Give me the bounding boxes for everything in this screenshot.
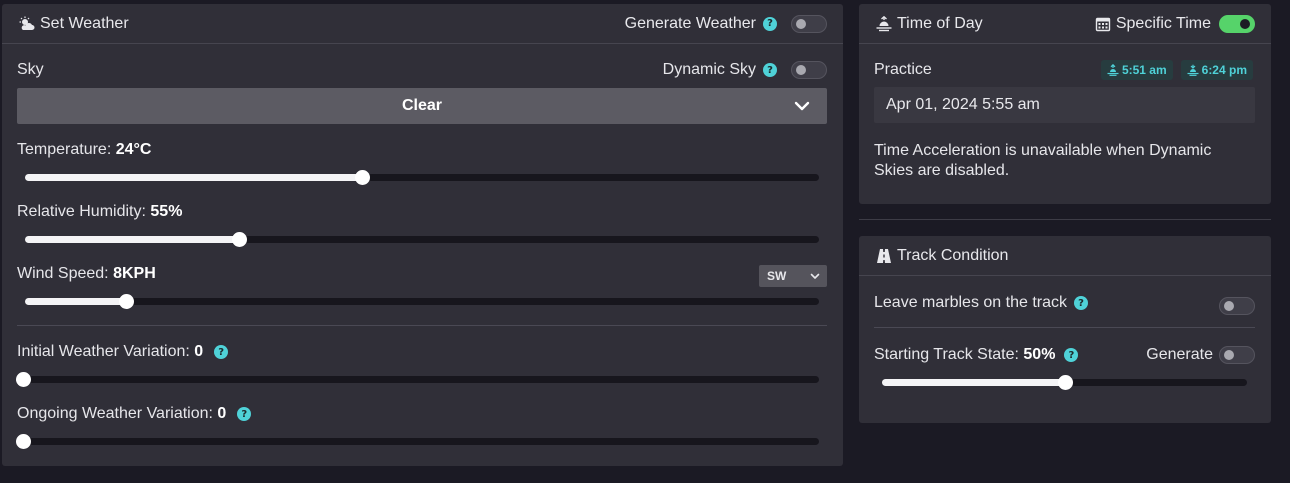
temperature-label: Temperature: 24°C	[17, 141, 152, 158]
humidity-label: Relative Humidity: 55%	[17, 203, 183, 220]
initial-variation-slider-thumb[interactable]	[16, 372, 31, 387]
wind-direction-value: SW	[767, 269, 787, 283]
humidity-slider[interactable]	[25, 232, 819, 247]
time-of-day-title: Time of Day	[897, 14, 983, 32]
ongoing-variation-row: Ongoing Weather Variation: 0 ?	[17, 405, 252, 423]
sunset-time: 6:24 pm	[1180, 60, 1253, 80]
track-state-value: 50%	[1023, 346, 1056, 363]
temperature-value: 24°C	[115, 141, 152, 158]
marbles-toggle[interactable]	[1219, 297, 1255, 315]
sky-label: Sky	[17, 61, 44, 78]
marbles-row: Leave marbles on the track ?	[874, 294, 1088, 312]
track-state-row: Starting Track State: 50% ?	[874, 346, 1079, 364]
track-state-slider-fill	[882, 379, 1065, 386]
help-icon[interactable]: ?	[1074, 296, 1088, 310]
specific-time-toggle[interactable]	[1219, 14, 1255, 33]
generate-weather-label: Generate Weather	[624, 14, 756, 32]
sunrise-icon	[1107, 64, 1119, 76]
generate-weather-toggle[interactable]	[791, 14, 827, 33]
wind-speed-slider-fill	[25, 298, 126, 305]
track-generate-label: Generate	[1146, 346, 1213, 363]
wind-speed-label: Wind Speed: 8KPH	[17, 265, 156, 282]
track-state-label: Starting Track State:	[874, 346, 1019, 363]
chevron-down-icon	[809, 270, 821, 282]
weather-panel: Set Weather Generate Weather ? Sky Dynam…	[2, 4, 843, 466]
track-condition-header: Track Condition	[859, 236, 1271, 276]
marbles-label: Leave marbles on the track	[874, 294, 1067, 311]
dynamic-sky-toggle[interactable]	[791, 61, 827, 79]
divider	[874, 327, 1255, 328]
divider	[17, 325, 827, 326]
help-icon[interactable]: ?	[1064, 348, 1079, 362]
wind-direction-select[interactable]: SW	[759, 265, 827, 287]
date-time-value: Apr 01, 2024 5:55 am	[886, 96, 1040, 113]
help-icon[interactable]: ?	[237, 407, 252, 421]
humidity-slider-thumb[interactable]	[232, 232, 248, 247]
track-state-slider-thumb[interactable]	[1057, 375, 1073, 390]
temperature-slider-fill	[25, 174, 363, 181]
partly-cloudy-icon	[18, 15, 36, 33]
initial-variation-value: 0	[194, 343, 204, 360]
help-icon[interactable]: ?	[763, 63, 777, 77]
panel-separator	[859, 219, 1271, 220]
date-time-input[interactable]: Apr 01, 2024 5:55 am	[874, 87, 1255, 123]
wind-speed-slider[interactable]	[25, 294, 819, 309]
track-generate-toggle[interactable]	[1219, 346, 1255, 364]
ongoing-variation-slider[interactable]	[16, 434, 819, 449]
weather-title: Set Weather	[40, 14, 129, 32]
humidity-value: 55%	[150, 203, 183, 220]
initial-variation-label: Initial Weather Variation:	[17, 343, 190, 360]
help-icon[interactable]: ?	[214, 345, 229, 359]
specific-time-label: Specific Time	[1115, 14, 1211, 32]
track-condition-title: Track Condition	[897, 246, 1009, 264]
help-icon[interactable]: ?	[763, 16, 777, 31]
initial-variation-slider[interactable]	[16, 372, 819, 387]
initial-variation-row: Initial Weather Variation: 0 ?	[17, 343, 229, 361]
sunrise-time: 5:51 am	[1100, 60, 1173, 80]
time-of-day-panel: Time of Day Specific Time Practice 5:51 …	[859, 4, 1271, 204]
chevron-down-icon	[793, 97, 811, 115]
wind-speed-value: 8KPH	[113, 265, 156, 282]
dynamic-sky-label: Dynamic Sky	[662, 61, 756, 78]
time-of-day-header: Time of Day Specific Time	[859, 4, 1271, 44]
time-acceleration-note: Time Acceleration is unavailable when Dy…	[874, 142, 1212, 179]
road-icon	[875, 247, 893, 265]
sky-select[interactable]: Clear	[17, 88, 827, 124]
sunset-icon	[1187, 64, 1199, 76]
humidity-slider-fill	[25, 236, 240, 243]
ongoing-variation-label: Ongoing Weather Variation:	[17, 405, 213, 422]
ongoing-variation-value: 0	[217, 405, 227, 422]
temperature-slider[interactable]	[25, 170, 819, 185]
track-state-slider[interactable]	[882, 375, 1247, 390]
weather-header: Set Weather Generate Weather ?	[2, 4, 843, 44]
track-condition-panel: Track Condition Leave marbles on the tra…	[859, 236, 1271, 423]
sky-select-value: Clear	[401, 97, 443, 114]
sunrise-icon	[875, 15, 893, 33]
wind-speed-slider-thumb[interactable]	[118, 294, 134, 309]
ongoing-variation-slider-thumb[interactable]	[16, 434, 31, 449]
temperature-slider-thumb[interactable]	[355, 170, 371, 185]
calendar-icon	[1094, 15, 1112, 33]
session-label: Practice	[874, 61, 932, 78]
